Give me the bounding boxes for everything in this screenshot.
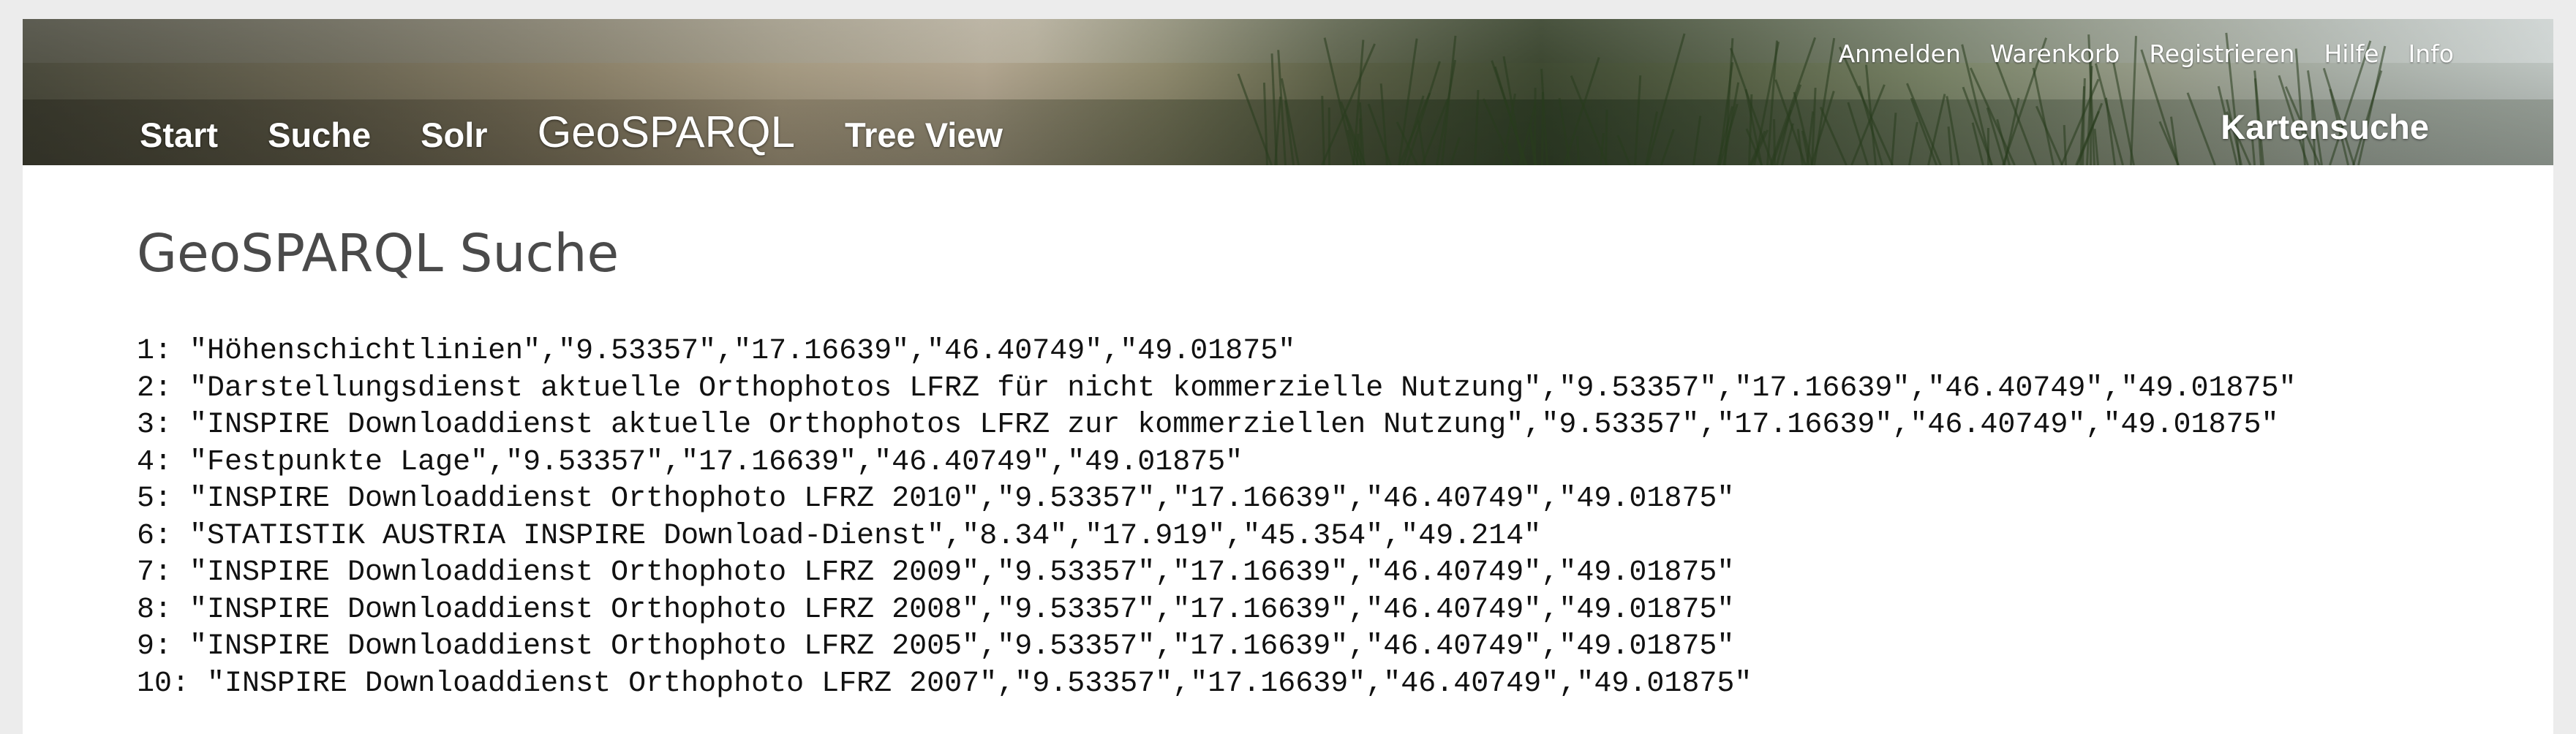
result-row: 3: "INSPIRE Downloaddienst aktuelle Orth… [137,409,2279,442]
result-row: 10: "INSPIRE Downloaddienst Orthophoto L… [137,667,1752,700]
nav-item-geosparql[interactable]: GeoSPARQL [538,107,795,157]
result-row: 8: "INSPIRE Downloaddienst Orthophoto LF… [137,593,1735,627]
top-links: Anmelden Warenkorb Registrieren Hilfe In… [1839,39,2454,68]
main-nav: Start Suche Solr GeoSPARQL Tree View [140,107,1052,157]
help-link[interactable]: Hilfe [2324,39,2379,68]
login-link[interactable]: Anmelden [1839,39,1961,68]
grass-stalk [1327,107,1331,165]
result-row: 9: "INSPIRE Downloaddienst Orthophoto LF… [137,630,1735,663]
result-row: 2: "Darstellungsdienst aktuelle Orthopho… [137,371,2297,405]
register-link[interactable]: Registrieren [2149,39,2294,68]
nav-item-start[interactable]: Start [140,115,218,155]
cart-link[interactable]: Warenkorb [1990,39,2120,68]
header-banner: Anmelden Warenkorb Registrieren Hilfe In… [23,19,2553,165]
map-search-link[interactable]: Kartensuche [2221,107,2429,147]
result-row: 7: "INSPIRE Downloaddienst Orthophoto LF… [137,556,1735,589]
results-list: 1: "Höhenschichtlinien","9.53357","17.16… [137,333,2463,703]
result-row: 1: "Höhenschichtlinien","9.53357","17.16… [137,335,1296,368]
result-row: 5: "INSPIRE Downloaddienst Orthophoto LF… [137,483,1735,515]
result-row: 4: "Festpunkte Lage","9.53357","17.16639… [137,445,1243,479]
nav-item-solr[interactable]: Solr [421,115,487,155]
nav-item-suche[interactable]: Suche [268,115,371,155]
result-row: 6: "STATISTIK AUSTRIA INSPIRE Download-D… [137,519,1542,553]
page-title: GeoSPARQL Suche [137,223,619,284]
info-link[interactable]: Info [2409,39,2454,68]
page-frame: Anmelden Warenkorb Registrieren Hilfe In… [23,19,2553,734]
nav-item-tree-view[interactable]: Tree View [845,115,1003,155]
